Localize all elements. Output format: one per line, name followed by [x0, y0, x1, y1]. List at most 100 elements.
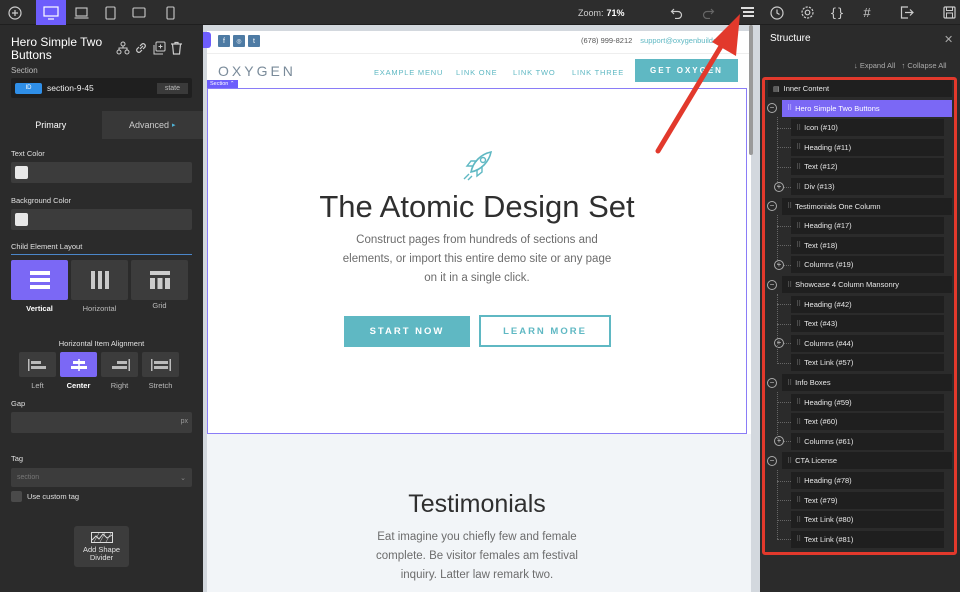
tree-child-item[interactable]: ⠿ Heading (#17) [791, 217, 944, 235]
text-color-field[interactable] [11, 162, 192, 183]
tree-child-item[interactable]: ⠿ Columns (#61) [791, 432, 944, 450]
drag-handle-icon[interactable]: ⠿ [796, 437, 801, 445]
link-icon[interactable] [134, 41, 148, 55]
drag-handle-icon[interactable]: ⠿ [787, 379, 792, 387]
collapse-toggle-icon[interactable]: − [767, 279, 777, 290]
site-logo[interactable]: OXYGEN [218, 63, 296, 79]
trash-icon[interactable] [170, 41, 183, 55]
laptop-icon[interactable] [70, 0, 92, 25]
align-right-button[interactable] [101, 352, 138, 377]
drag-handle-icon[interactable]: ⠿ [796, 241, 801, 249]
drag-handle-icon[interactable]: ⠿ [796, 124, 801, 132]
selector-field[interactable]: ID section-9-45 state [11, 78, 192, 98]
testimonials-text[interactable]: Eat imagine you chiefly few and female c… [357, 528, 597, 585]
settings-icon[interactable] [796, 0, 818, 25]
drag-handle-icon[interactable]: ⠿ [796, 398, 801, 406]
tree-child-item[interactable]: ⠿ Icon (#10) [791, 119, 944, 137]
nav-link-three[interactable]: LINK THREE [572, 68, 624, 77]
start-now-button[interactable]: START NOW [344, 316, 470, 347]
add-shape-divider-button[interactable]: Add Shape Divider [74, 526, 129, 567]
rocket-icon[interactable] [459, 148, 495, 184]
section-tag[interactable]: Section ⌃ [207, 80, 238, 88]
add-icon[interactable] [2, 0, 28, 25]
history-icon[interactable] [766, 0, 788, 25]
tab-primary[interactable]: Primary [0, 111, 102, 139]
drag-handle-icon[interactable]: ⠿ [796, 477, 801, 485]
nav-link-one[interactable]: LINK ONE [456, 68, 497, 77]
drag-handle-icon[interactable]: ⠿ [796, 222, 801, 230]
tree-section-item[interactable]: ⠿ CTA License [782, 452, 952, 470]
tree-child-item[interactable]: ⠿ Text (#43) [791, 315, 944, 333]
drag-handle-icon[interactable]: ⠿ [796, 163, 801, 171]
exit-icon[interactable] [896, 0, 918, 25]
drag-handle-icon[interactable]: ⠿ [787, 281, 792, 289]
drag-handle-icon[interactable]: ⠿ [796, 516, 801, 524]
tag-select[interactable]: section ⌄ [11, 468, 192, 487]
text-color-swatch[interactable] [15, 166, 28, 179]
structure-tree-icon[interactable] [116, 41, 130, 55]
save-icon[interactable] [938, 0, 960, 25]
drag-handle-icon[interactable]: ⠿ [796, 320, 801, 328]
tab-advanced[interactable]: Advanced ▸ [101, 111, 203, 139]
duplicate-icon[interactable] [152, 41, 166, 55]
desktop-icon[interactable] [36, 0, 66, 25]
close-icon[interactable]: ✕ [944, 33, 953, 46]
panel-collapse-handle[interactable] [203, 32, 211, 48]
gap-input[interactable]: px [11, 412, 192, 433]
layout-grid-button[interactable] [131, 260, 188, 300]
tree-child-item[interactable]: ⠿ Columns (#44) [791, 334, 944, 352]
drag-handle-icon[interactable]: ⠿ [796, 143, 801, 151]
drag-handle-icon[interactable]: ⠿ [796, 496, 801, 504]
selector-icon[interactable]: # [856, 0, 878, 25]
tree-section-item[interactable]: ⠿ Testimonials One Column [782, 197, 952, 215]
tree-child-item[interactable]: ⠿ Div (#13) [791, 178, 944, 195]
expand-toggle-icon[interactable]: + [774, 181, 784, 192]
tree-child-item[interactable]: ⠿ Text Link (#81) [791, 530, 944, 548]
drag-handle-icon[interactable]: ⠿ [796, 183, 801, 191]
tree-child-item[interactable]: ⠿ Heading (#42) [791, 295, 944, 313]
hero-text[interactable]: Construct pages from hundreds of section… [337, 231, 617, 288]
tree-child-item[interactable]: ⠿ Heading (#11) [791, 138, 944, 156]
drag-handle-icon[interactable]: ⠿ [796, 359, 801, 367]
code-icon[interactable]: {} [826, 0, 848, 25]
hero-heading[interactable]: The Atomic Design Set [207, 189, 747, 225]
collapse-toggle-icon[interactable]: − [767, 455, 777, 466]
zoom-indicator[interactable]: Zoom: 71% [578, 0, 625, 25]
drag-handle-icon[interactable]: ⠿ [796, 300, 801, 308]
tree-section-item[interactable]: ⠿ Info Boxes [782, 374, 952, 391]
tree-section-item[interactable]: ⠿ Hero Simple Two Buttons [782, 99, 952, 117]
expand-toggle-icon[interactable]: + [774, 259, 784, 270]
tablet-icon[interactable] [100, 0, 120, 25]
collapse-toggle-icon[interactable]: − [767, 377, 777, 388]
tree-child-item[interactable]: ⠿ Text (#18) [791, 236, 944, 254]
layout-vertical-button[interactable] [11, 260, 68, 300]
drag-handle-icon[interactable]: ⠿ [787, 104, 792, 112]
tablet-landscape-icon[interactable] [128, 0, 150, 25]
phone-icon[interactable] [160, 0, 180, 25]
tree-child-item[interactable]: ⠿ Text (#12) [791, 158, 944, 176]
drag-handle-icon[interactable]: ⠿ [787, 202, 792, 210]
collapse-all-button[interactable]: ↑ Collapse All [902, 61, 947, 70]
tree-section-item[interactable]: ⠿ Showcase 4 Column Mansonry [782, 276, 952, 293]
learn-more-button[interactable]: LEARN MORE [479, 315, 611, 347]
nav-example-menu[interactable]: EXAMPLE MENU [374, 68, 443, 77]
tree-child-item[interactable]: ⠿ Text (#60) [791, 413, 944, 431]
drag-handle-icon[interactable]: ⠿ [796, 418, 801, 426]
state-button[interactable]: state [156, 82, 188, 94]
bg-color-swatch[interactable] [15, 213, 28, 226]
layout-horizontal-button[interactable] [71, 260, 128, 300]
expand-all-button[interactable]: ↓ Expand All [854, 61, 895, 70]
nav-link-two[interactable]: LINK TWO [513, 68, 556, 77]
drag-handle-icon[interactable]: ⠿ [796, 261, 801, 269]
tree-child-item[interactable]: ⠿ Heading (#78) [791, 472, 944, 489]
facebook-icon[interactable]: f [218, 35, 230, 47]
testimonials-heading[interactable]: Testimonials [207, 490, 747, 519]
custom-tag-checkbox[interactable] [11, 491, 22, 502]
tree-child-item[interactable]: ⠿ Text (#79) [791, 491, 944, 509]
id-badge[interactable]: ID [15, 82, 42, 94]
tree-child-item[interactable]: ⠿ Text Link (#80) [791, 511, 944, 529]
drag-handle-icon[interactable]: ⠿ [787, 457, 792, 465]
tree-child-item[interactable]: ⠿ Columns (#19) [791, 256, 944, 274]
instagram-icon[interactable]: ◎ [233, 35, 245, 47]
align-left-button[interactable] [19, 352, 56, 377]
